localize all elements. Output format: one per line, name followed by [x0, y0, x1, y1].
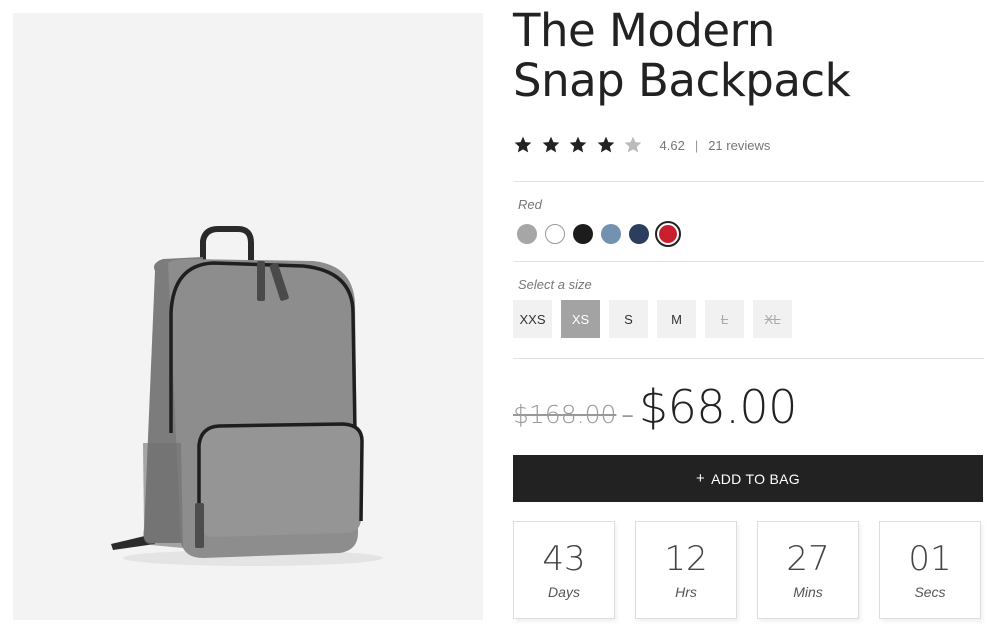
product-info: The Modern Snap Backpack 4.62 | 21 revie…	[513, 0, 984, 619]
divider	[513, 181, 984, 182]
product-title-line2: Snap Backpack	[513, 54, 851, 107]
add-to-bag-button[interactable]: + ADD TO BAG	[513, 455, 983, 502]
countdown-hours-label: Hrs	[675, 584, 697, 600]
size-option-xs[interactable]: XS	[561, 300, 600, 338]
price-dash: –	[621, 400, 634, 429]
sale-price: $68.00	[638, 380, 797, 434]
star-rating	[513, 135, 651, 155]
countdown-secs: 01 Secs	[879, 521, 981, 619]
size-label: Select a size	[518, 277, 592, 292]
countdown-timer: 43 Days 12 Hrs 27 Mins 01 Secs	[513, 521, 981, 619]
countdown-hours-value: 12	[664, 539, 708, 579]
countdown-days: 43 Days	[513, 521, 615, 619]
original-price: $168.00	[513, 400, 617, 429]
countdown-days-value: 43	[542, 539, 586, 579]
rating-value: 4.62	[659, 137, 685, 153]
size-option-xxs[interactable]: XXS	[513, 300, 552, 338]
size-option-l[interactable]: L	[705, 300, 744, 338]
star-icon	[514, 136, 532, 153]
countdown-secs-value: 01	[908, 539, 952, 579]
size-option-m[interactable]: M	[657, 300, 696, 338]
backpack-illustration	[111, 226, 383, 566]
countdown-mins-label: Mins	[793, 584, 823, 600]
countdown-secs-label: Secs	[914, 584, 946, 600]
reviews-link[interactable]: 21 reviews	[708, 138, 770, 153]
star-icon	[542, 136, 559, 153]
product-title-line1: The Modern	[513, 4, 775, 57]
add-to-bag-label: ADD TO BAG	[711, 470, 800, 487]
color-swatch-navy[interactable]	[629, 224, 649, 244]
star-empty-icon	[624, 136, 642, 153]
product-title: The Modern Snap Backpack	[513, 6, 984, 106]
selected-color-label: Red	[518, 197, 542, 212]
rating-row: 4.62 | 21 reviews	[513, 133, 984, 157]
countdown-days-label: Days	[548, 584, 580, 600]
countdown-mins-value: 27	[786, 539, 830, 579]
color-swatches	[517, 221, 681, 247]
rating-separator: |	[694, 137, 699, 153]
color-swatch-red[interactable]	[655, 221, 681, 247]
color-swatch-slate-blue[interactable]	[601, 224, 621, 244]
color-swatch-white[interactable]	[545, 224, 565, 244]
color-swatch-black[interactable]	[573, 224, 593, 244]
color-swatch-red-fill	[659, 225, 677, 243]
product-image	[13, 13, 483, 620]
divider	[513, 358, 984, 359]
countdown-mins: 27 Mins	[757, 521, 859, 619]
size-options: XXS XS S M L XL	[513, 300, 801, 338]
divider	[513, 261, 984, 262]
star-icon	[569, 136, 587, 153]
countdown-hours: 12 Hrs	[635, 521, 737, 619]
size-option-xl[interactable]: XL	[753, 300, 792, 338]
star-icon	[597, 136, 614, 153]
size-option-s[interactable]: S	[609, 300, 648, 338]
plus-icon: +	[696, 470, 706, 487]
price-row: $168.00 – $68.00	[513, 380, 797, 434]
color-swatch-grey[interactable]	[517, 224, 537, 244]
